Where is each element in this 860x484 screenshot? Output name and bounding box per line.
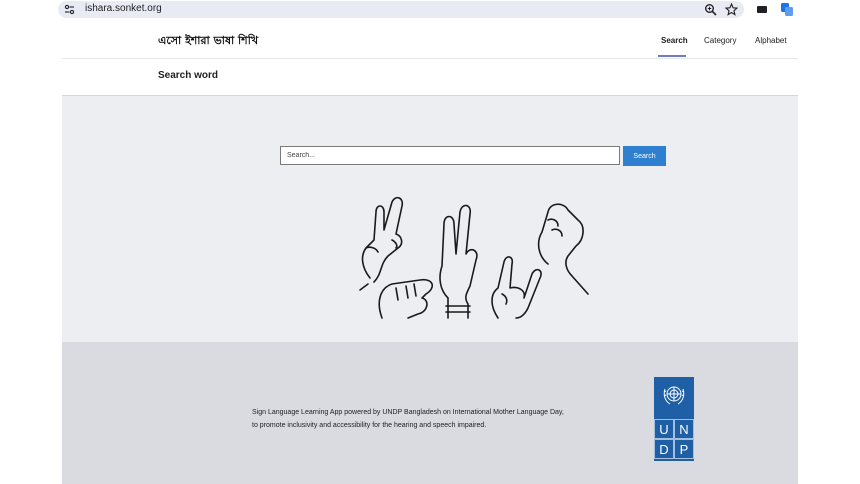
subheader: Search word [62,59,798,96]
nav-alphabet[interactable]: Alphabet [755,36,787,45]
footer-description-line-1: Sign Language Learning App powered by UN… [252,409,564,416]
undp-letter-u: U [654,419,674,439]
undp-letter-n: N [674,419,694,439]
site-header: এসো ইশারা ভাষা শিখি Search Category Alph… [62,22,798,59]
browser-toolbar: ishara.sonket.org [0,0,860,22]
site-footer: Sign Language Learning App powered by UN… [62,342,798,484]
search-button[interactable]: Search [623,146,666,166]
brand-logo[interactable]: এসো ইশারা ভাষা শিখি [158,32,258,51]
undp-letter-p: P [674,439,694,459]
nav-category[interactable]: Category [704,36,736,45]
star-icon[interactable] [725,3,738,16]
search-input[interactable] [280,146,620,165]
un-emblem-icon [663,386,685,405]
zoom-icon[interactable] [704,3,717,16]
sign-language-hands-illustration [359,196,589,319]
site-info-icon[interactable] [64,4,75,15]
extension-icon[interactable] [757,6,767,13]
footer-description-line-2: to promote inclusivity and accessibility… [252,422,487,429]
translate-icon[interactable] [781,3,793,16]
web-page: এসো ইশারা ভাষা শিখি Search Category Alph… [62,22,798,484]
url-text[interactable]: ishara.sonket.org [85,3,162,14]
undp-letter-d: D [654,439,674,459]
nav-search[interactable]: Search [661,36,688,45]
page-title: Search word [158,70,219,81]
undp-logo: U N D P [654,377,694,461]
active-nav-indicator [658,55,686,57]
search-hero: Search [62,96,798,342]
